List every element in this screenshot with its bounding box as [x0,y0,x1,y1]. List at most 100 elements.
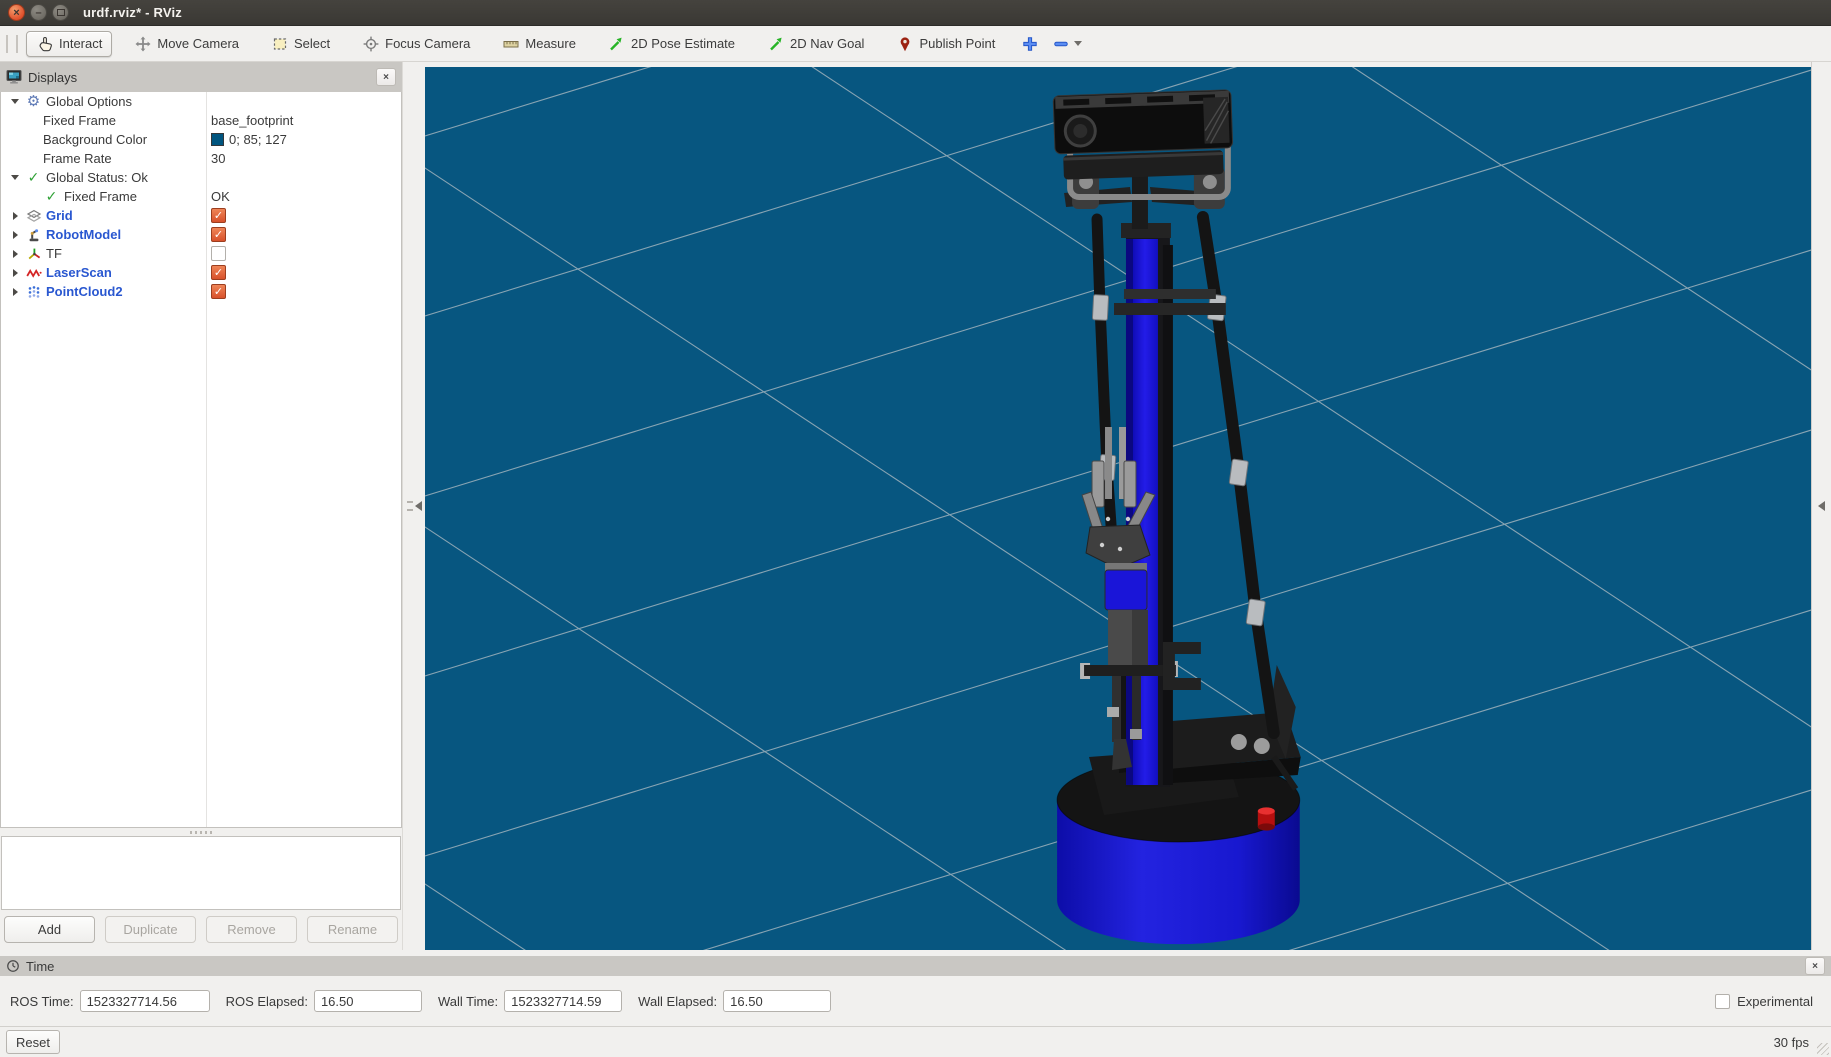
check-icon: ✓ [25,170,42,186]
displays-panel-header[interactable]: Displays × [0,62,402,92]
right-panel-splitter[interactable] [1811,62,1831,950]
add-display-button[interactable]: Add [4,916,95,943]
window-maximize-button[interactable] [52,4,69,21]
row-value: ✓ [206,206,226,225]
field-input[interactable]: 16.50 [314,990,422,1012]
dropdown-arrow-icon[interactable] [1074,41,1082,46]
row-value: ✓ [206,225,226,244]
experimental-toggle[interactable]: Experimental [1715,994,1821,1009]
row-label: Background Color [43,132,147,147]
tree-row-laserscan[interactable]: LaserScan✓ [1,263,401,282]
enable-checkbox[interactable]: ✓ [211,284,226,299]
expander-right-icon[interactable] [9,210,21,222]
tree-row-background-color[interactable]: Background Color 0; 85; 127 [1,130,401,149]
tool-interact[interactable]: Interact [26,31,112,57]
rename-display-button[interactable]: Rename [307,916,398,943]
tree-row-pointcloud2[interactable]: PointCloud2✓ [1,282,401,301]
row-label: Global Status: Ok [46,170,148,185]
enable-checkbox[interactable]: ✓ [211,208,226,223]
collapse-right-panel-icon[interactable] [1818,501,1825,511]
time-panel-close-button[interactable]: × [1805,957,1825,975]
row-value: 30 [206,149,225,168]
tool-label: Focus Camera [385,36,470,51]
experimental-checkbox[interactable] [1715,994,1730,1009]
remove-display-button[interactable]: Remove [206,916,297,943]
tree-row-grid[interactable]: Grid✓ [1,206,401,225]
value-text[interactable]: 0; 85; 127 [229,132,287,147]
tree-row-global-status-ok[interactable]: ✓ Global Status: Ok [1,168,401,187]
value-text: OK [211,189,230,204]
tool-2d-pose-estimate[interactable]: 2D Pose Estimate [598,31,745,57]
time-field-wall-time-: Wall Time:1523327714.59 [438,990,622,1012]
value-text[interactable]: 30 [211,151,225,166]
laser-icon [25,265,42,281]
color-swatch[interactable] [211,133,224,146]
tool-2d-nav-goal[interactable]: 2D Nav Goal [757,31,874,57]
tool-measure[interactable]: Measure [492,31,586,57]
tree-row-fixed-frame[interactable]: Fixed Frame base_footprint [1,111,401,130]
tree-row-fixed-frame[interactable]: ✓Fixed FrameOK [1,187,401,206]
tool-label: Measure [525,36,576,51]
displays-tree[interactable]: ⚙Global Options Fixed Frame base_footprint… [0,92,402,828]
duplicate-display-button[interactable]: Duplicate [105,916,196,943]
splitter-handle-icon [190,831,212,834]
collapse-left-panel-icon[interactable] [415,501,422,511]
tool-move-camera[interactable]: Move Camera [124,31,249,57]
robot-icon [25,227,42,243]
tool-label: Publish Point [919,36,995,51]
splitter-grip-icon [407,501,413,511]
window-title: urdf.rviz* - RViz [83,5,182,20]
field-input[interactable]: 16.50 [723,990,831,1012]
displays-icon [6,69,22,85]
reset-button[interactable]: Reset [6,1030,60,1054]
left-panel-splitter[interactable] [402,62,425,950]
tool-label: 2D Nav Goal [790,36,864,51]
resize-grip[interactable] [1817,1043,1829,1055]
enable-checkbox[interactable]: ✓ [211,265,226,280]
expander-down-icon[interactable] [9,172,21,184]
viewport-wrap [425,62,1811,950]
expander-right-icon[interactable] [9,267,21,279]
window-minimize-button[interactable]: – [30,4,47,21]
window-titlebar[interactable]: × – urdf.rviz* - RViz [0,0,1831,26]
row-label: Fixed Frame [43,113,116,128]
expander-right-icon[interactable] [9,248,21,260]
tool-publish-point[interactable]: Publish Point [886,31,1005,57]
enable-checkbox[interactable] [211,246,226,261]
panel-splitter[interactable] [0,828,402,836]
add-tool-button[interactable] [1021,36,1038,52]
toolbar-drag-handle[interactable] [6,35,18,53]
field-label: ROS Time: [10,994,74,1009]
enable-checkbox[interactable]: ✓ [211,227,226,242]
3d-viewport[interactable] [425,67,1811,950]
row-value: 0; 85; 127 [206,130,287,149]
status-bar: Reset 30 fps [0,1026,1831,1057]
field-label: ROS Elapsed: [226,994,308,1009]
tree-row-robotmodel[interactable]: RobotModel✓ [1,225,401,244]
time-panel-header[interactable]: Time × [0,956,1831,976]
field-input[interactable]: 1523327714.59 [504,990,622,1012]
expander-right-icon[interactable] [9,229,21,241]
expander-down-icon[interactable] [9,96,21,108]
tree-row-tf[interactable]: TF [1,244,401,263]
main-area: Displays × ⚙Global Options Fixed Frame bas… [0,62,1831,950]
displays-panel: Displays × ⚙Global Options Fixed Frame bas… [0,62,402,950]
window-close-button[interactable]: × [8,4,25,21]
row-value: OK [206,187,230,206]
tool-select[interactable]: Select [261,31,340,57]
tree-row-frame-rate[interactable]: Frame Rate30 [1,149,401,168]
value-text[interactable]: base_footprint [211,113,293,128]
tree-row-global-options[interactable]: ⚙Global Options [1,92,401,111]
field-label: Wall Elapsed: [638,994,717,1009]
tool-focus-camera[interactable]: Focus Camera [352,31,480,57]
row-value: ✓ [206,282,226,301]
row-value: base_footprint [206,111,293,130]
expander-right-icon[interactable] [9,286,21,298]
field-input[interactable]: 1523327714.56 [80,990,210,1012]
toolbar: Interact Move Camera Select Focus Camera Mea… [0,26,1831,62]
tool-label: Select [294,36,330,51]
displays-close-button[interactable]: × [376,68,396,86]
remove-tool-button[interactable] [1052,36,1082,52]
displays-panel-title: Displays [28,70,77,85]
tool-label: Move Camera [157,36,239,51]
